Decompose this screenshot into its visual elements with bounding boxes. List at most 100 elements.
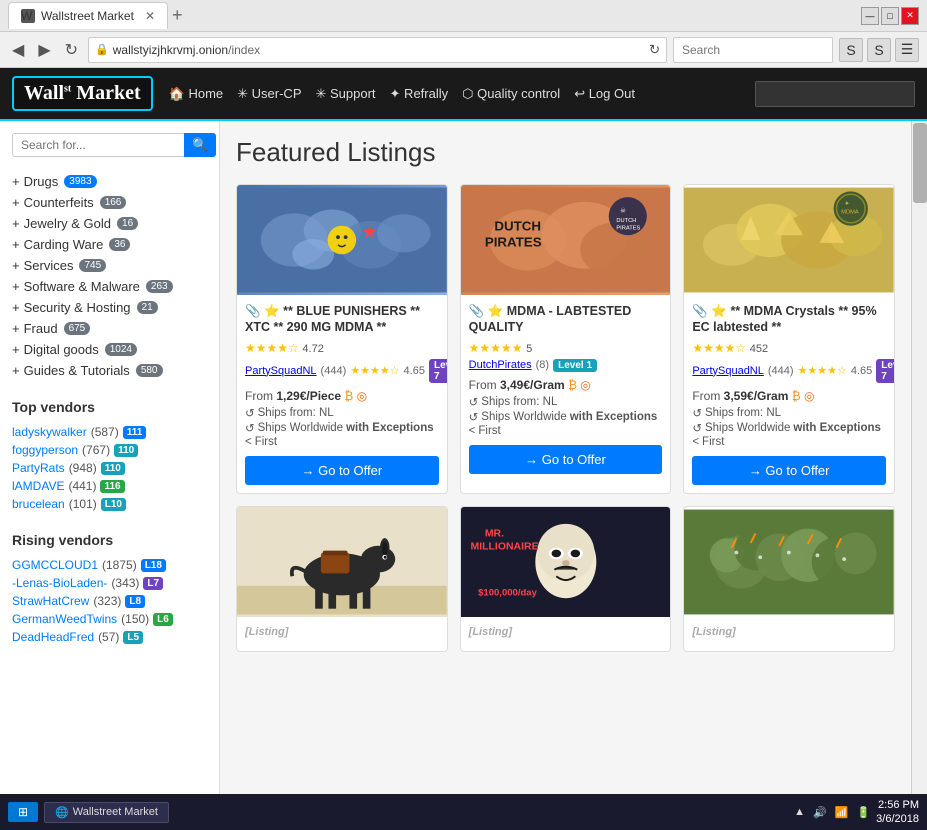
nav-quality[interactable]: ⬡ Quality control — [462, 86, 560, 102]
cat-link-guides[interactable]: + Guides & Tutorials 580 — [12, 363, 207, 378]
cat-plus-icon: + — [12, 279, 20, 294]
goto-button-1[interactable]: → Go to Offer — [245, 456, 439, 485]
goto-button-2[interactable]: → Go to Offer — [469, 445, 663, 474]
cat-label: Software & Malware — [24, 279, 140, 294]
ships-worldwide-2: ↺ Ships Worldwide with Exceptions — [469, 410, 663, 424]
cat-item-fraud[interactable]: + Fraud 675 — [12, 318, 207, 339]
vendor-count: (441) — [68, 479, 96, 493]
listing-rating-3: ★★★★☆ 452 — [692, 340, 886, 355]
goto-button-3[interactable]: → Go to Offer — [692, 456, 886, 485]
cat-link-digital[interactable]: + Digital goods 1024 — [12, 342, 207, 357]
level-badge-3: Level 7 — [876, 359, 895, 383]
paperclip-icon: 📎 — [469, 304, 485, 318]
nav-user-cp[interactable]: ✳ User-CP — [237, 86, 301, 102]
forward-button[interactable]: ▶ — [34, 38, 54, 62]
vendor-count: (948) — [69, 461, 97, 475]
cat-link-carding[interactable]: + Carding Ware 36 — [12, 237, 207, 252]
stars-icon: ★★★★☆ — [692, 341, 746, 355]
cat-item-software[interactable]: + Software & Malware 263 — [12, 276, 207, 297]
close-button[interactable]: ✕ — [901, 7, 919, 25]
taskbar-systray: ▲ 🔊 📶 🔋 — [794, 806, 870, 819]
cat-link-security[interactable]: + Security & Hosting 21 — [12, 300, 207, 315]
address-bar[interactable]: 🔒 wallstyizjhkrvmj.onion/index ↻ — [88, 37, 667, 63]
vendor-link-strawhat[interactable]: StrawHatCrew — [12, 594, 89, 608]
top-vendors-list: ladyskywalker (587) 111 foggyperson (767… — [12, 423, 207, 513]
vendor-link-2[interactable]: DutchPirates — [469, 359, 532, 371]
nav-support[interactable]: ✳ Support — [316, 86, 376, 102]
taskbar-app-browser[interactable]: 🌐 Wallstreet Market — [44, 802, 169, 823]
price-line-2: From 3,49€/Gram ₿ ◎ — [469, 378, 663, 392]
url-display: wallstyizjhkrvmj.onion/index — [113, 43, 649, 57]
sidebar-search-input[interactable] — [12, 133, 184, 157]
vendor-link-ggmc[interactable]: GGMCCLOUD1 — [12, 558, 98, 572]
cat-plus-icon: + — [12, 321, 20, 336]
vendor-link-iamdave[interactable]: lAMDAVE — [12, 479, 64, 493]
cat-plus-icon: + — [12, 174, 20, 189]
menu-icon[interactable]: ☰ — [895, 38, 919, 62]
vendor-link-3[interactable]: PartySquadNL — [692, 365, 764, 377]
taskbar-start-button[interactable]: ⊞ — [8, 802, 38, 822]
scrollbar-thumb[interactable] — [913, 123, 927, 203]
nav-logout[interactable]: ↩ Log Out — [574, 86, 635, 102]
cat-label: Security & Hosting — [24, 300, 131, 315]
cat-item-digital[interactable]: + Digital goods 1024 — [12, 339, 207, 360]
extension-icon-1[interactable]: S — [839, 38, 863, 62]
ships-worldwide-icon: ↺ — [245, 421, 255, 435]
vendor-link-foggyperson[interactable]: foggyperson — [12, 443, 78, 457]
vendor-link-germanweed[interactable]: GermanWeedTwins — [12, 612, 117, 626]
cat-item-guides[interactable]: + Guides & Tutorials 580 — [12, 360, 207, 381]
cat-link-services[interactable]: + Services 745 — [12, 258, 207, 273]
cat-link-jewelry[interactable]: + Jewelry & Gold 16 — [12, 216, 207, 231]
nav-search-input[interactable] — [755, 81, 915, 107]
vendor-link-lenas[interactable]: -Lenas-BioLaden- — [12, 576, 107, 590]
returns-icon: < — [469, 425, 476, 437]
sidebar-search-button[interactable]: 🔍 — [184, 133, 216, 157]
url-refresh-button[interactable]: ↻ — [649, 42, 660, 58]
cat-link-software[interactable]: + Software & Malware 263 — [12, 279, 207, 294]
cat-badge-guides: 580 — [136, 364, 163, 377]
extension-icon-2[interactable]: S — [867, 38, 891, 62]
cat-item-jewelry[interactable]: + Jewelry & Gold 16 — [12, 213, 207, 234]
taskbar-clock: 2:56 PM 3/6/2018 — [876, 798, 919, 827]
cat-badge-carding: 36 — [109, 238, 130, 251]
tab-favicon-icon: W — [21, 9, 35, 23]
vendor-link-ladyskywalker[interactable]: ladyskywalker — [12, 425, 87, 439]
vendor-item: GGMCCLOUD1 (1875) L18 — [12, 556, 207, 574]
scrollbar-track[interactable] — [911, 121, 927, 821]
listing-card-1: ★ 📎 ⭐ ** BLUE PUNISHERS ** XTC ** 290 MG… — [236, 184, 448, 494]
cat-item-carding[interactable]: + Carding Ware 36 — [12, 234, 207, 255]
cat-link-drugs[interactable]: + Drugs 3983 — [12, 174, 207, 189]
cat-item-security[interactable]: + Security & Hosting 21 — [12, 297, 207, 318]
vendor-link-1[interactable]: PartySquadNL — [245, 365, 317, 377]
cat-plus-icon: + — [12, 342, 20, 357]
new-tab-button[interactable]: + — [172, 5, 183, 26]
vendor-count: (323) — [93, 594, 121, 608]
browser-tab[interactable]: W Wallstreet Market ✕ — [8, 2, 168, 29]
cat-item-drugs[interactable]: + Drugs 3983 — [12, 171, 207, 192]
top-vendors-title: Top vendors — [12, 399, 207, 415]
nav-refrally[interactable]: ✦ Refrally — [390, 86, 449, 102]
returns-3: < First — [692, 436, 886, 448]
cat-link-counterfeits[interactable]: + Counterfeits 166 — [12, 195, 207, 210]
tab-close-icon[interactable]: ✕ — [145, 9, 155, 23]
cat-item-counterfeits[interactable]: + Counterfeits 166 — [12, 192, 207, 213]
ships-with: with Exceptions — [346, 422, 434, 434]
minimize-button[interactable]: — — [861, 7, 879, 25]
vendor-link-partyrats[interactable]: PartyRats — [12, 461, 65, 475]
listing-svg-6 — [684, 507, 894, 617]
nav-home[interactable]: 🏠 Home — [169, 86, 223, 102]
back-button[interactable]: ◀ — [8, 38, 28, 62]
cat-item-services[interactable]: + Services 745 — [12, 255, 207, 276]
xmr-icon: ◎ — [804, 389, 814, 403]
vendor-link-deadhead[interactable]: DeadHeadFred — [12, 630, 94, 644]
cat-link-fraud[interactable]: + Fraud 675 — [12, 321, 207, 336]
vendor-link-brucelean[interactable]: brucelean — [12, 497, 65, 511]
vendor-stars-1: ★★★★☆ — [350, 364, 399, 377]
listing-svg-1: ★ — [237, 185, 447, 295]
vendor-count: (1875) — [102, 558, 137, 572]
browser-search-input[interactable] — [673, 37, 833, 63]
refresh-button[interactable]: ↻ — [61, 38, 82, 62]
maximize-button[interactable]: □ — [881, 7, 899, 25]
category-list: + Drugs 3983 + Counterfeits 166 + Je — [12, 171, 207, 381]
nav-links: 🏠 Home ✳ User-CP ✳ Support ✦ Refrally ⬡ … — [169, 86, 635, 102]
